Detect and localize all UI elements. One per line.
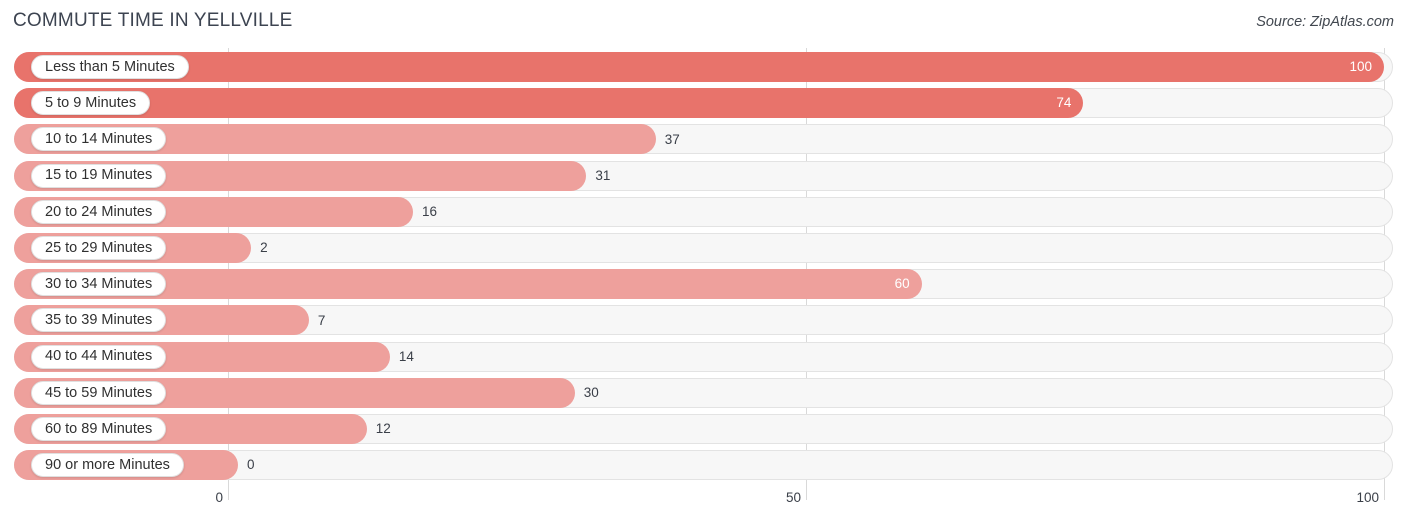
category-label-pill: Less than 5 Minutes — [31, 55, 189, 79]
category-label-pill: 5 to 9 Minutes — [31, 91, 151, 116]
chart-row[interactable]: 10 to 14 Minutes 37 — [0, 124, 1406, 155]
category-label: Less than 5 Minutes — [45, 58, 175, 75]
category-label-pill: 20 to 24 Minutes — [31, 199, 167, 224]
chart-row[interactable]: 25 to 29 Minutes 2 — [0, 233, 1406, 263]
axis-tick-label-0: 0 — [215, 490, 223, 505]
chart-row[interactable]: 40 to 44 Minutes 14 — [0, 341, 1406, 372]
category-label: 90 or more Minutes — [45, 456, 170, 473]
category-label: 25 to 29 Minutes — [45, 239, 153, 256]
chart-row[interactable]: Less than 5 Minutes 100 — [0, 52, 1406, 82]
chart-row[interactable]: 45 to 59 Minutes 30 — [0, 377, 1406, 408]
category-label-pill: 10 to 14 Minutes — [31, 127, 167, 152]
category-label-pill: 15 to 19 Minutes — [31, 163, 167, 188]
bar-fill[interactable] — [14, 88, 1084, 119]
category-label-pill: 40 to 44 Minutes — [31, 344, 167, 369]
category-label-pill: 35 to 39 Minutes — [31, 308, 167, 333]
chart-row[interactable]: 60 to 89 Minutes 12 — [0, 414, 1406, 444]
category-label: 30 to 34 Minutes — [45, 275, 153, 292]
category-label: 40 to 44 Minutes — [45, 348, 153, 365]
category-label: 15 to 19 Minutes — [45, 167, 153, 184]
chart-row[interactable]: 20 to 24 Minutes 16 — [0, 196, 1406, 227]
axis-tick-label-100: 100 — [1356, 490, 1379, 505]
bar-value-label: 7 — [317, 312, 326, 328]
bar-value-label: 12 — [375, 421, 391, 437]
page-title: COMMUTE TIME IN YELLVILLE — [13, 10, 293, 31]
bar-value-label: 0 — [247, 457, 255, 473]
bar-value-label: 30 — [583, 385, 599, 401]
axis-tick-line-100 — [1384, 486, 1385, 500]
category-label: 35 to 39 Minutes — [45, 312, 153, 329]
chart-row[interactable]: 35 to 39 Minutes 7 — [0, 305, 1406, 336]
axis-tick-line-0 — [228, 486, 229, 500]
bar-value-label: 37 — [664, 131, 680, 147]
category-label-pill: 60 to 89 Minutes — [31, 417, 167, 441]
commute-time-bar-chart: COMMUTE TIME IN YELLVILLE Source: ZipAtl… — [0, 0, 1406, 523]
bar-value-label: 60 — [894, 276, 910, 292]
plot-area: Less than 5 Minutes 100 5 to 9 Minutes 74 10… — [0, 48, 1406, 486]
axis-tick-label-50: 50 — [785, 490, 801, 505]
chart-row[interactable]: 90 or more Minutes 0 — [0, 450, 1406, 481]
category-label-pill: 90 or more Minutes — [31, 453, 184, 478]
bar-value-label: 14 — [398, 348, 414, 364]
bar-value-label: 100 — [1349, 59, 1372, 75]
category-label: 10 to 14 Minutes — [45, 131, 153, 148]
axis-tick-line-50 — [806, 486, 807, 500]
category-label: 5 to 9 Minutes — [45, 94, 137, 111]
bar-value-label: 2 — [260, 240, 268, 256]
category-label: 20 to 24 Minutes — [45, 203, 153, 220]
chart-row[interactable]: 30 to 34 Minutes 60 — [0, 269, 1406, 300]
source-attribution: Source: ZipAtlas.com — [1256, 14, 1394, 30]
bar-fill[interactable] — [14, 52, 1384, 82]
bar-value-label: 74 — [1056, 95, 1072, 111]
category-label-pill: 25 to 29 Minutes — [31, 236, 167, 260]
category-label-pill: 45 to 59 Minutes — [31, 380, 167, 405]
chart-row[interactable]: 15 to 19 Minutes 31 — [0, 160, 1406, 191]
category-label: 45 to 59 Minutes — [45, 384, 153, 401]
bar-value-label: 31 — [595, 167, 611, 183]
x-axis: 0 50 100 — [0, 486, 1406, 523]
category-label: 60 to 89 Minutes — [45, 420, 153, 437]
category-label-pill: 30 to 34 Minutes — [31, 272, 167, 297]
bar-value-label: 16 — [421, 204, 437, 220]
chart-row[interactable]: 5 to 9 Minutes 74 — [0, 88, 1406, 119]
